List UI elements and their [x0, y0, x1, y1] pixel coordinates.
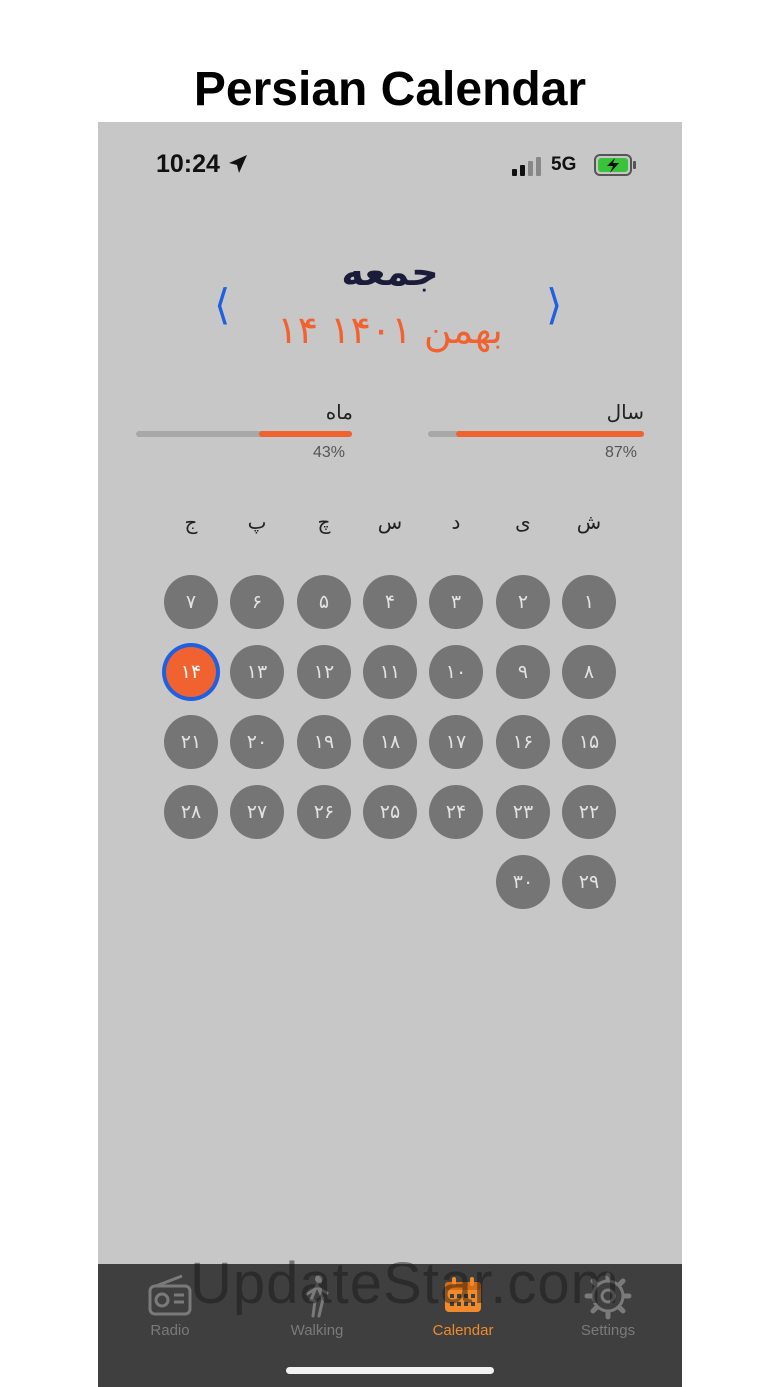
day-cell[interactable]: ۹: [496, 645, 550, 699]
location-arrow-icon: [229, 155, 247, 173]
day-cell[interactable]: ۸: [562, 645, 616, 699]
day-cell[interactable]: ۲۵: [363, 785, 417, 839]
day-cell[interactable]: ۱۷: [429, 715, 483, 769]
day-name: جمعه: [341, 250, 439, 294]
weekday-label: ش: [576, 510, 602, 534]
tab-radio[interactable]: Radio: [110, 1272, 230, 1339]
battery-charging-icon: [594, 154, 636, 176]
gear-icon: [584, 1272, 632, 1320]
tab-walking[interactable]: Walking: [257, 1272, 377, 1339]
day-cell[interactable]: ۱۹: [297, 715, 351, 769]
radio-icon: [148, 1274, 192, 1316]
day-cell[interactable]: ۲۰: [230, 715, 284, 769]
next-day-button[interactable]: ⟩: [546, 280, 562, 329]
day-cell[interactable]: ۱۱: [363, 645, 417, 699]
network-type: 5G: [551, 154, 577, 175]
day-cell[interactable]: ۲۶: [297, 785, 351, 839]
year-progress-fill: [456, 431, 644, 437]
walking-icon: [305, 1275, 329, 1318]
weekday-label: س: [377, 510, 403, 534]
day-cell[interactable]: ۱۸: [363, 715, 417, 769]
day-cell[interactable]: ۲۳: [496, 785, 550, 839]
day-cell[interactable]: ۲۲: [562, 785, 616, 839]
year-progress-percent: 87%: [605, 444, 638, 461]
day-cell[interactable]: ۲۸: [164, 785, 218, 839]
month-progress-bar: [136, 431, 352, 437]
day-cell[interactable]: ۱: [562, 575, 616, 629]
tab-radio-label: Radio: [150, 1322, 190, 1339]
day-cell[interactable]: ۱۶: [496, 715, 550, 769]
day-cell[interactable]: ۶: [230, 575, 284, 629]
year-progress-bar: [428, 431, 644, 437]
tab-settings-label: Settings: [580, 1322, 636, 1339]
year-progress-label: سال: [606, 400, 644, 424]
day-cell-today[interactable]: ۱۴: [166, 647, 216, 697]
page-title: Persian Calendar: [193, 63, 587, 116]
calendar-icon: [445, 1277, 481, 1312]
day-cell[interactable]: ۴: [363, 575, 417, 629]
weekday-label: ی: [515, 510, 531, 534]
signal-icon: [512, 157, 541, 176]
month-progress-fill: [259, 431, 352, 437]
tab-settings[interactable]: Settings: [548, 1272, 668, 1339]
day-cell[interactable]: ۱۲: [297, 645, 351, 699]
tab-calendar-label: Calendar: [432, 1322, 494, 1339]
weekday-label: پ: [247, 510, 267, 534]
day-cell[interactable]: ۵: [297, 575, 351, 629]
day-cell[interactable]: ۳: [429, 575, 483, 629]
day-cell[interactable]: ۱۰: [429, 645, 483, 699]
phone-screen: 10:24 5G ⟨ جمعه ۱۴ بهمن ۱۴۰۱ ⟩ ماه 43% س…: [98, 122, 682, 1387]
day-cell[interactable]: ۲: [496, 575, 550, 629]
day-cell[interactable]: ۳۰: [496, 855, 550, 909]
tab-calendar[interactable]: Calendar: [403, 1272, 523, 1339]
tab-walking-label: Walking: [290, 1322, 344, 1339]
day-cell[interactable]: ۱۳: [230, 645, 284, 699]
day-cell[interactable]: ۲۱: [164, 715, 218, 769]
status-bar: 10:24 5G: [98, 122, 682, 212]
status-time: 10:24: [156, 150, 220, 178]
full-date: ۱۴ بهمن ۱۴۰۱: [277, 308, 503, 352]
day-cell[interactable]: ۲۷: [230, 785, 284, 839]
weekday-label: د: [451, 510, 461, 534]
weekday-label: ج: [184, 510, 198, 534]
day-cell[interactable]: ۲۹: [562, 855, 616, 909]
month-progress-percent: 43%: [313, 444, 346, 461]
home-indicator[interactable]: [286, 1367, 494, 1374]
month-progress-label: ماه: [325, 400, 353, 424]
day-cell[interactable]: ۷: [164, 575, 218, 629]
weekday-label: چ: [317, 510, 331, 534]
day-cell[interactable]: ۱۵: [562, 715, 616, 769]
day-cell[interactable]: ۲۴: [429, 785, 483, 839]
